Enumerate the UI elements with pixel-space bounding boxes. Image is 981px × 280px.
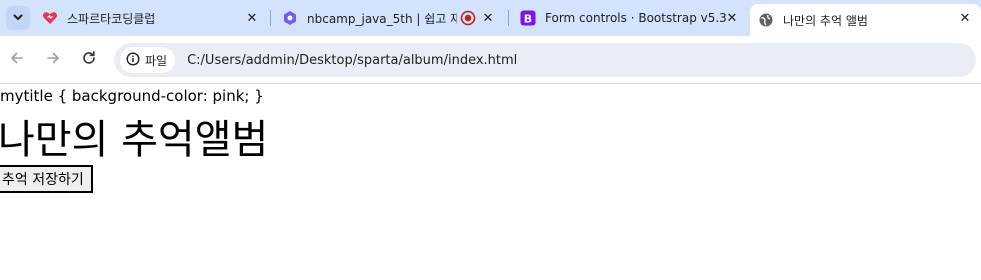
sparta-heart-icon [42, 10, 58, 26]
tab-strip: 스파르타코딩클럽 ✕ nbcamp_java_5th | 쉽고 재 ✕ B Fo… [0, 0, 981, 36]
tab-nbcamp[interactable]: nbcamp_java_5th | 쉽고 재 ✕ [274, 4, 506, 32]
globe-icon [758, 12, 774, 28]
tab-search-button[interactable] [6, 6, 30, 30]
recording-icon [460, 10, 476, 26]
browser-toolbar: 파일 C:/Users/addmin/Desktop/sparta/album/… [0, 36, 981, 84]
address-bar[interactable]: 파일 C:/Users/addmin/Desktop/sparta/album/… [114, 43, 976, 77]
tab-sparta[interactable]: 스파르타코딩클럽 ✕ [34, 4, 270, 32]
close-icon[interactable]: ✕ [480, 10, 496, 26]
forward-button[interactable] [41, 48, 65, 72]
url-text[interactable]: C:/Users/addmin/Desktop/sparta/album/ind… [187, 53, 517, 68]
chevron-down-icon [12, 11, 24, 26]
info-icon [126, 51, 140, 69]
site-chip-label: 파일 [145, 53, 168, 68]
page-title: 나만의 추억앨범 [0, 117, 269, 163]
tab-title: nbcamp_java_5th | 쉽고 재 [307, 11, 457, 26]
tab-album[interactable]: 나만의 추억 앨범 ✕ [750, 4, 981, 36]
tab-title: 나만의 추억 앨범 [783, 13, 868, 28]
forward-arrow-icon [45, 50, 61, 70]
reload-button[interactable] [77, 48, 101, 72]
save-memory-button[interactable]: 추억 저장하기 [0, 165, 93, 193]
notion-hex-icon [282, 10, 298, 26]
close-icon[interactable]: ✕ [244, 10, 260, 26]
close-icon[interactable]: ✕ [724, 10, 740, 26]
tab-bootstrap[interactable]: B Form controls · Bootstrap v5.3 ✕ [512, 4, 748, 32]
site-info-chip[interactable]: 파일 [120, 47, 176, 73]
reload-icon [81, 50, 97, 70]
back-button[interactable] [5, 48, 29, 72]
back-arrow-icon [9, 50, 25, 70]
style-text: mytitle { background-color: pink; } [0, 87, 264, 105]
page-content: mytitle { background-color: pink; } 나만의 … [0, 85, 981, 280]
tab-separator [270, 10, 271, 26]
svg-text:B: B [524, 13, 532, 26]
tab-title: Form controls · Bootstrap v5.3 [545, 11, 727, 25]
bootstrap-icon: B [520, 10, 536, 26]
close-icon[interactable]: ✕ [957, 10, 973, 26]
tab-title: 스파르타코딩클럽 [67, 11, 156, 26]
tab-separator [508, 10, 509, 26]
